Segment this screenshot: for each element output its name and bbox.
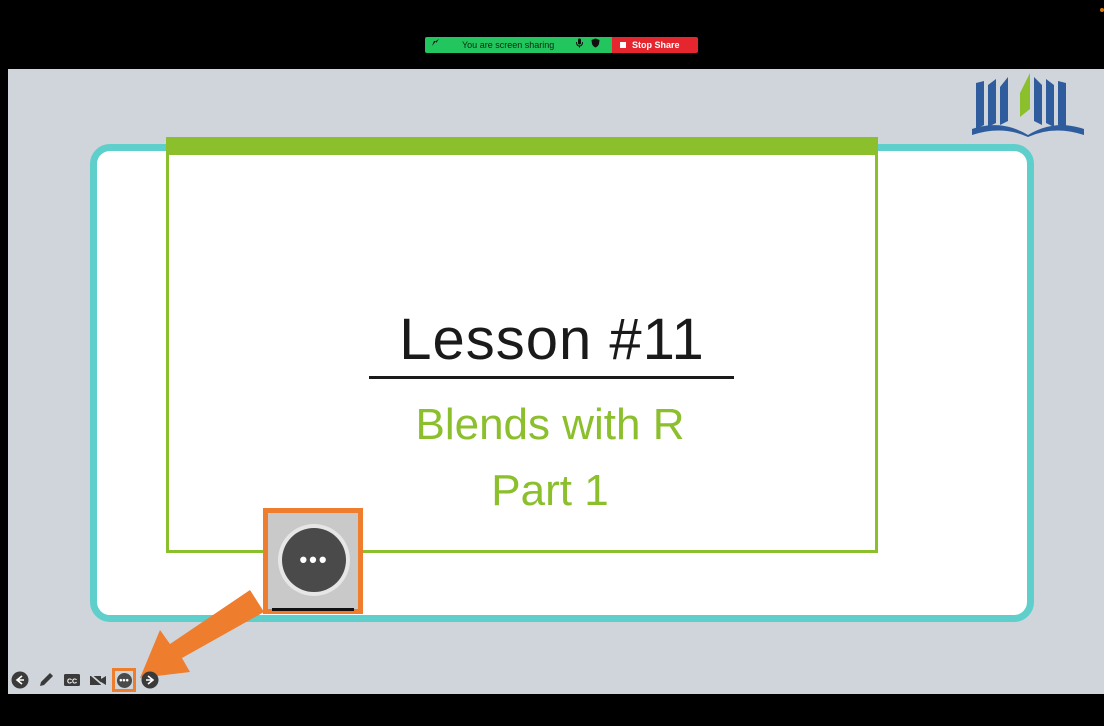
bottom-bar bbox=[0, 694, 1104, 726]
svg-text:CC: CC bbox=[67, 679, 77, 686]
closed-caption-icon: CC bbox=[64, 674, 80, 686]
next-slide-icon bbox=[141, 671, 159, 689]
share-arrow-icon bbox=[430, 37, 440, 53]
shield-icon[interactable] bbox=[590, 37, 600, 53]
lesson-subtitle: Blends with R bbox=[415, 400, 685, 449]
microphone-icon[interactable] bbox=[574, 37, 584, 53]
video-off-icon bbox=[89, 673, 106, 688]
more-options-button[interactable]: ••• bbox=[112, 668, 136, 692]
stop-square-icon bbox=[620, 42, 626, 48]
closed-caption-button[interactable]: CC bbox=[62, 670, 82, 690]
share-status[interactable]: You are screen sharing bbox=[425, 37, 612, 53]
lesson-part: Part 1 bbox=[491, 466, 609, 515]
prev-slide-button[interactable] bbox=[10, 670, 30, 690]
slide-green-header bbox=[166, 137, 878, 156]
lesson-title: Lesson #11 bbox=[399, 307, 705, 372]
pen-icon bbox=[40, 673, 53, 686]
more-options-icon: ••• bbox=[282, 528, 346, 592]
prev-slide-icon bbox=[11, 671, 29, 689]
video-off-button[interactable] bbox=[88, 670, 108, 690]
share-status-text: You are screen sharing bbox=[462, 40, 555, 50]
callout-underline bbox=[272, 608, 354, 611]
presentation-controls: CC ••• bbox=[10, 668, 166, 692]
stop-share-button[interactable]: Stop Share bbox=[612, 37, 698, 53]
top-bar: You are screen sharing Stop Share bbox=[0, 0, 1104, 69]
next-slide-button[interactable] bbox=[140, 670, 160, 690]
title-underline bbox=[369, 376, 734, 379]
notification-dot bbox=[1100, 8, 1104, 12]
more-options-icon: ••• bbox=[116, 672, 132, 688]
screen-share-bar: You are screen sharing Stop Share bbox=[425, 37, 698, 53]
stop-share-label: Stop Share bbox=[632, 40, 680, 50]
book-logo-icon bbox=[972, 73, 1084, 137]
pen-button[interactable] bbox=[36, 670, 56, 690]
more-options-callout: ••• bbox=[263, 508, 363, 614]
